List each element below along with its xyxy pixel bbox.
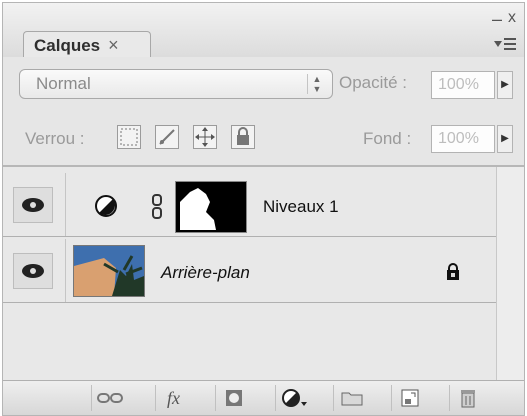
opacity-field[interactable]: 100% bbox=[431, 71, 495, 99]
chain-link-icon[interactable] bbox=[151, 193, 163, 226]
layer-name[interactable]: Niveaux 1 bbox=[263, 197, 339, 217]
layers-panel: Calques × – x Normal ▲ ▼ Opacité : 100% ▶ … bbox=[2, 2, 525, 416]
divider bbox=[65, 239, 66, 302]
opacity-label: Opacité : bbox=[339, 73, 408, 92]
blend-row: Normal ▲ ▼ Opacité : 100% ▶ bbox=[3, 57, 524, 109]
eye-icon[interactable] bbox=[13, 253, 53, 289]
lock-brush-icon[interactable] bbox=[155, 125, 179, 149]
eye-icon[interactable] bbox=[13, 187, 53, 223]
panel-menu-icon[interactable] bbox=[492, 35, 518, 55]
new-adjustment-layer-icon[interactable] bbox=[275, 385, 311, 411]
adjustment-icon bbox=[95, 195, 117, 222]
panel-titlebar: Calques × – x bbox=[3, 3, 524, 58]
lock-row: Verrou : Fond : 100% ▶ bbox=[3, 109, 524, 167]
add-mask-icon[interactable] bbox=[215, 385, 251, 411]
layer-row[interactable]: Arrière-plan bbox=[3, 239, 497, 303]
fill-label: Fond : bbox=[363, 129, 412, 148]
blend-mode-value: Normal bbox=[36, 74, 91, 93]
lock-icon bbox=[445, 263, 461, 286]
scrollbar[interactable] bbox=[496, 167, 524, 383]
blend-mode-select[interactable]: Normal ▲ ▼ bbox=[19, 69, 333, 99]
close-icon[interactable]: x bbox=[508, 9, 516, 27]
lock-move-icon[interactable] bbox=[193, 125, 217, 149]
tab-calques[interactable]: Calques × bbox=[23, 31, 151, 57]
divider bbox=[65, 173, 66, 236]
layers-list: Niveaux 1 Arrière-plan bbox=[3, 167, 524, 383]
bottom-toolbar: fx bbox=[3, 380, 524, 415]
fx-icon[interactable]: fx bbox=[155, 385, 191, 411]
select-arrows-icon: ▲ ▼ bbox=[307, 74, 326, 94]
layer-name[interactable]: Arrière-plan bbox=[161, 263, 250, 283]
layer-mask-thumbnail[interactable] bbox=[175, 181, 247, 233]
tab-label: Calques bbox=[34, 36, 101, 55]
layer-row[interactable]: Niveaux 1 bbox=[3, 173, 497, 237]
minimize-icon[interactable]: – bbox=[492, 9, 502, 30]
new-group-icon[interactable] bbox=[333, 385, 369, 411]
fill-arrow-icon[interactable]: ▶ bbox=[497, 125, 513, 153]
lock-all-icon[interactable] bbox=[231, 125, 255, 149]
delete-layer-icon[interactable] bbox=[449, 385, 485, 411]
link-layers-icon[interactable] bbox=[91, 385, 127, 411]
lock-label: Verrou : bbox=[25, 129, 85, 148]
tab-close-icon[interactable]: × bbox=[108, 35, 119, 55]
opacity-arrow-icon[interactable]: ▶ bbox=[497, 71, 513, 99]
new-layer-icon[interactable] bbox=[391, 385, 427, 411]
lock-transparency-icon[interactable] bbox=[117, 125, 141, 149]
layer-thumbnail[interactable] bbox=[73, 245, 145, 297]
fill-field[interactable]: 100% bbox=[431, 125, 495, 153]
